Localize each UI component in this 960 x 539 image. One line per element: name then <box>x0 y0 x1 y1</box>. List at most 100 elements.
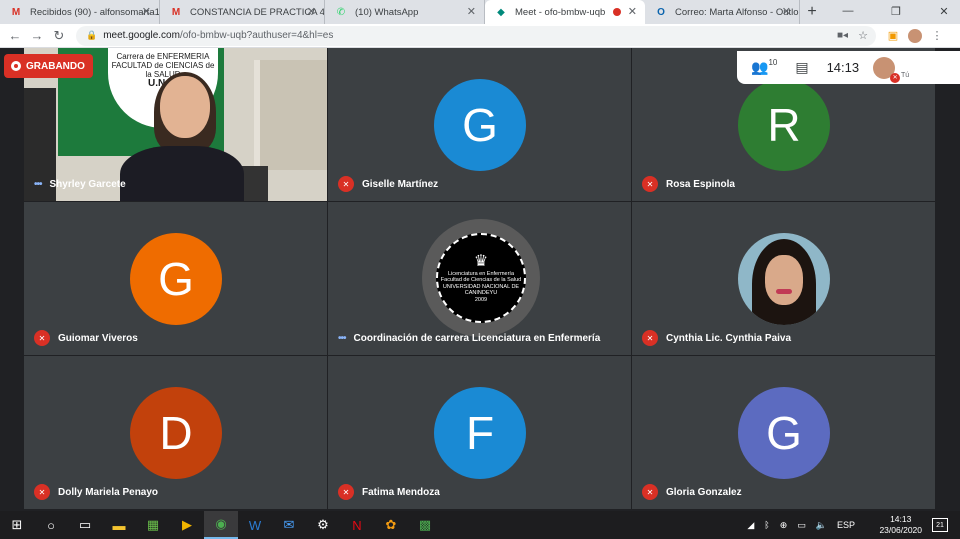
camera-in-use-icon[interactable]: ■◂ <box>837 30 848 41</box>
url-host: meet.google.com <box>103 30 180 41</box>
whatsapp-icon: ✆ <box>336 6 346 18</box>
participants-button[interactable]: 👥 10 <box>751 51 777 84</box>
word-icon[interactable]: W <box>238 511 272 539</box>
participant-tile[interactable]: G ✕ Giselle Martínez <box>328 48 632 202</box>
profile-avatar[interactable] <box>904 25 926 47</box>
participant-name-row: ••• Shyrley Garcete <box>34 175 126 193</box>
speaking-indicator-icon: ••• <box>338 332 346 344</box>
participant-name-row: ••• Coordinación de carrera Licenciatura … <box>338 329 600 347</box>
minimize-button[interactable]: — <box>832 0 864 22</box>
volume-icon[interactable]: 🔈 <box>816 520 827 531</box>
browser-tab-strip: M Recibidos (90) - alfonsomarta1 ✕ M CONSTAN… <box>0 0 960 24</box>
close-window-button[interactable]: ✕ <box>928 0 960 22</box>
tab-close-icon[interactable]: ✕ <box>142 5 151 18</box>
meet-grid: Carrera de ENFERMERIA FACULTAD de CIENCIA… <box>24 48 936 511</box>
task-view-icon[interactable]: ▭ <box>68 511 102 539</box>
netflix-icon[interactable]: N <box>340 511 374 539</box>
participant-tile[interactable]: F ✕ Fatima Mendoza <box>328 356 632 510</box>
mic-off-icon: ✕ <box>34 484 50 500</box>
participant-tile[interactable]: ✕ Cynthia Lic. Cynthia Paiva <box>632 202 936 356</box>
people-icon: 👥 <box>751 59 769 75</box>
recording-badge: GRABANDO <box>4 54 93 78</box>
participant-avatar: G <box>130 233 222 325</box>
tab-close-icon[interactable]: ✕ <box>782 5 791 18</box>
chat-icon: ▤ <box>795 59 809 75</box>
settings-gear-icon[interactable]: ⚙ <box>306 511 340 539</box>
file-explorer-icon[interactable]: ▬ <box>102 511 136 539</box>
participant-tile[interactable]: G ✕ Gloria Gonzalez <box>632 356 936 510</box>
forward-icon[interactable]: → <box>26 25 48 47</box>
bluetooth-icon[interactable]: ᛒ <box>764 520 769 530</box>
app-orange-icon[interactable]: ✿ <box>374 511 408 539</box>
chat-button[interactable]: ▤ <box>795 51 808 84</box>
meet-top-bar: 👥 10 ▤ 14:13 ✕ <box>737 51 960 84</box>
participant-tile[interactable]: D ✕ Dolly Mariela Penayo <box>24 356 328 510</box>
browser-tab[interactable]: O Correo: Marta Alfonso - Outlo ✕ <box>645 0 800 24</box>
self-view-avatar[interactable]: ✕ <box>873 56 901 83</box>
participant-name-row: ✕ Guiomar Viveros <box>34 329 138 347</box>
extension-icon[interactable]: ▣ <box>882 25 904 47</box>
notification-count: 21 <box>936 521 944 529</box>
mic-off-icon: ✕ <box>642 484 658 500</box>
bookmark-star-icon[interactable]: ☆ <box>858 29 868 42</box>
notification-center-icon[interactable]: 21 <box>932 518 948 532</box>
windows-start-icon[interactable]: ⊞ <box>0 511 34 539</box>
participant-name: Giselle Martínez <box>362 178 439 190</box>
new-tab-button[interactable]: + <box>800 0 824 24</box>
search-circle-icon[interactable]: ○ <box>34 511 68 539</box>
participant-avatar: R <box>738 79 830 171</box>
gmail-icon: M <box>171 6 181 18</box>
speaker-body <box>120 146 244 201</box>
speaking-indicator-icon: ••• <box>34 178 42 190</box>
menu-dots-icon[interactable]: ⋮ <box>926 25 948 47</box>
restore-button[interactable]: ❐ <box>880 0 912 22</box>
language-indicator[interactable]: ESP <box>837 520 855 530</box>
excel-icon[interactable]: ▩ <box>408 511 442 539</box>
participant-name-row: ✕ Dolly Mariela Penayo <box>34 483 158 501</box>
logo-seal: ♛ Licenciatura en Enfermería Facultad de C… <box>436 233 526 323</box>
reload-icon[interactable]: ↻ <box>48 25 70 47</box>
back-icon[interactable]: ← <box>4 25 26 47</box>
tab-close-icon[interactable]: ✕ <box>467 5 476 18</box>
address-bar[interactable]: 🔒 meet.google.com/ofo-bmbw-uqb?authuser=… <box>76 25 876 46</box>
record-icon <box>11 61 21 71</box>
tab-close-icon[interactable]: ✕ <box>628 5 637 18</box>
wifi-icon[interactable]: ◢ <box>747 520 754 531</box>
network-icon[interactable]: ⊕ <box>780 520 788 531</box>
recording-dot-icon <box>613 8 621 16</box>
chrome-icon[interactable]: ◉ <box>204 511 238 539</box>
participant-name: Dolly Mariela Penayo <box>58 486 159 498</box>
browser-tab[interactable]: ◆ Meet - ofo-bmbw-uqb ✕ <box>485 0 645 24</box>
system-tray: ◢ ᛒ ⊕ ▭ 🔈 ESP <box>742 520 860 531</box>
self-label: Tú <box>901 72 910 79</box>
participant-tile[interactable]: G ✕ Guiomar Viveros <box>24 202 328 356</box>
battery-icon[interactable]: ▭ <box>797 520 806 531</box>
tab-title: Recibidos (90) - alfonsomarta1 <box>30 6 160 18</box>
mic-off-icon: ✕ <box>890 72 901 83</box>
browser-tab[interactable]: M CONSTANCIA DE PRACTICA 4° ✕ <box>160 0 325 24</box>
participant-name: Shyrley Garcete <box>49 178 126 190</box>
participant-name: Rosa Espinola <box>666 178 735 190</box>
participant-avatar: G <box>738 387 830 479</box>
lock-icon: 🔒 <box>86 30 98 40</box>
browser-toolbar: ← → ↻ 🔒 meet.google.com/ofo-bmbw-uqb?aut… <box>0 24 960 48</box>
speaker-face <box>160 76 210 138</box>
mic-off-icon: ✕ <box>642 176 658 192</box>
institution-logo: ♛ Licenciatura en Enfermería Facultad de C… <box>422 219 540 337</box>
mail-icon[interactable]: ✉ <box>272 511 306 539</box>
logo-line3: UNIVERSIDAD NACIONAL DE CANINDEYU <box>442 283 520 297</box>
store-icon[interactable]: ▦ <box>136 511 170 539</box>
tab-close-icon[interactable]: ✕ <box>307 5 316 18</box>
browser-tab[interactable]: ✆ (10) WhatsApp ✕ <box>325 0 485 24</box>
participant-tile[interactable]: ♛ Licenciatura en Enfermería Facultad de C… <box>328 202 632 356</box>
participant-photo <box>738 233 830 325</box>
mic-off-icon: ✕ <box>338 176 354 192</box>
banner-line1: Carrera de ENFERMERIA <box>116 52 210 61</box>
system-clock[interactable]: 14:13 23/06/2020 <box>879 514 922 536</box>
photo-lips <box>776 289 792 294</box>
participant-name-row: ✕ Giselle Martínez <box>338 175 438 193</box>
participant-avatar: F <box>434 387 526 479</box>
media-player-icon[interactable]: ▶ <box>170 511 204 539</box>
photo-face <box>765 255 803 305</box>
browser-tab[interactable]: M Recibidos (90) - alfonsomarta1 ✕ <box>0 0 160 24</box>
